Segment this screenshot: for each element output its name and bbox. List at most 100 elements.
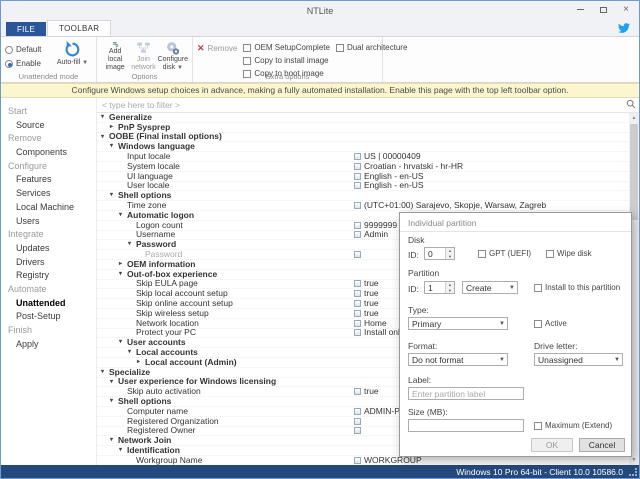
- tree-row-system-locale[interactable]: System localeCroatian - hrvatski - hr-HR: [97, 162, 629, 172]
- expanded-arrow-icon[interactable]: ▾: [101, 133, 109, 142]
- setting-value[interactable]: 9999999: [354, 221, 397, 230]
- spin-down-icon[interactable]: ▼: [446, 288, 454, 294]
- sidebar-item-local-machine[interactable]: Local Machine: [1, 201, 96, 215]
- expanded-arrow-icon[interactable]: ▾: [119, 446, 127, 455]
- sidebar-item-post-setup[interactable]: Post-Setup: [1, 310, 96, 324]
- maximize-button[interactable]: [592, 2, 614, 17]
- setting-value[interactable]: [354, 417, 361, 426]
- filter-box[interactable]: < type here to filter >: [97, 98, 639, 113]
- checkbox-icon: [534, 320, 542, 328]
- configure-disk-button[interactable]: Configure disk ▼: [158, 39, 188, 72]
- setting-value[interactable]: (UTC+01:00) Sarajevo, Skopje, Warsaw, Za…: [354, 201, 546, 210]
- sidebar-item-drivers[interactable]: Drivers: [1, 256, 96, 270]
- setting-value[interactable]: [354, 250, 361, 259]
- edit-field-icon: [354, 251, 361, 258]
- setting-label: Logon count: [97, 221, 183, 230]
- setting-value[interactable]: true: [354, 289, 379, 298]
- auto-fill-button[interactable]: Auto-fill ▼: [53, 39, 92, 72]
- tree-row-ui-language[interactable]: UI languageEnglish - en-US: [97, 172, 629, 182]
- dual-architecture-checkbox[interactable]: Dual architecture: [336, 43, 407, 52]
- sidebar-item-features[interactable]: Features: [1, 173, 96, 187]
- minimize-button[interactable]: [569, 2, 591, 17]
- close-button[interactable]: ×: [615, 2, 637, 17]
- expanded-arrow-icon[interactable]: ▾: [101, 368, 109, 377]
- enable-mode-radio[interactable]: Enable: [5, 59, 50, 68]
- edit-field-icon: [354, 290, 361, 297]
- format-dropdown[interactable]: Do not format▼: [408, 353, 508, 366]
- setting-value[interactable]: [354, 427, 361, 436]
- setting-value[interactable]: Admin: [354, 231, 388, 240]
- maximum-extend-checkbox[interactable]: Maximum (Extend): [534, 421, 612, 430]
- setting-value[interactable]: English - en-US: [354, 182, 424, 191]
- expanded-arrow-icon[interactable]: ▾: [110, 397, 118, 406]
- tree-row-user-locale[interactable]: User localeEnglish - en-US: [97, 182, 629, 192]
- gpt-uefi-checkbox[interactable]: GPT (UEFI): [478, 249, 531, 258]
- sidebar-item-updates[interactable]: Updates: [1, 242, 96, 256]
- tab-file[interactable]: FILE: [6, 22, 46, 36]
- edit-field-icon: [354, 427, 361, 434]
- twitter-icon[interactable]: [618, 22, 630, 34]
- setting-value[interactable]: Home: [354, 319, 387, 328]
- collapsed-arrow-icon[interactable]: ▸: [137, 358, 145, 367]
- sidebar-item-apply[interactable]: Apply: [1, 338, 96, 352]
- drive-letter-dropdown[interactable]: Unassigned▼: [534, 353, 623, 366]
- ntlite-window: NTLite × FILE TOOLBAR Default Enable: [0, 0, 640, 479]
- remove-button[interactable]: ✕ Remove: [197, 44, 237, 56]
- expanded-arrow-icon[interactable]: ▾: [128, 240, 136, 249]
- create-dropdown[interactable]: Create▼: [462, 281, 518, 294]
- expanded-arrow-icon[interactable]: ▾: [110, 142, 118, 151]
- active-checkbox[interactable]: Active: [534, 319, 567, 328]
- scroll-up-icon[interactable]: ▲: [629, 113, 639, 123]
- setting-value[interactable]: WORKGROUP: [354, 456, 422, 465]
- expanded-arrow-icon[interactable]: ▾: [119, 338, 127, 347]
- expanded-arrow-icon[interactable]: ▾: [110, 191, 118, 200]
- tree-row-shell-options[interactable]: ▾Shell options: [97, 191, 629, 201]
- tree-row-generalize[interactable]: ▾Generalize: [97, 113, 629, 123]
- expanded-arrow-icon[interactable]: ▾: [128, 348, 136, 357]
- setting-value[interactable]: true: [354, 387, 379, 396]
- setting-label: Input locale: [97, 152, 170, 161]
- setting-value[interactable]: English - en-US: [354, 172, 424, 181]
- setting-value[interactable]: true: [354, 309, 379, 318]
- join-network-button[interactable]: Join network: [129, 39, 157, 72]
- scrollbar-thumb[interactable]: [630, 124, 638, 220]
- expanded-arrow-icon[interactable]: ▾: [110, 436, 118, 445]
- size-input[interactable]: [408, 419, 524, 432]
- sidebar-item-registry[interactable]: Registry: [1, 269, 96, 283]
- sidebar-item-services[interactable]: Services: [1, 187, 96, 201]
- sidebar-item-users[interactable]: Users: [1, 215, 96, 229]
- sidebar-item-unattended[interactable]: Unattended: [1, 297, 96, 311]
- resize-grip[interactable]: [629, 468, 637, 476]
- tree-row-workgroup-name[interactable]: Workgroup NameWORKGROUP: [97, 456, 629, 465]
- setting-value[interactable]: true: [354, 299, 379, 308]
- setting-value[interactable]: true: [354, 280, 379, 289]
- info-bar: Configure Windows setup choices in advan…: [1, 83, 639, 98]
- disk-id-spinner[interactable]: 0 ▲▼: [424, 247, 455, 260]
- setting-value[interactable]: US | 00000409: [354, 152, 421, 161]
- setting-value[interactable]: Croatian - hrvatski - hr-HR: [354, 162, 463, 171]
- expanded-arrow-icon[interactable]: ▾: [110, 378, 118, 387]
- copy-to-install-image-checkbox[interactable]: Copy to install image: [243, 56, 330, 65]
- partition-id-spinner[interactable]: 1 ▲▼: [424, 281, 455, 294]
- sidebar-item-components[interactable]: Components: [1, 146, 96, 160]
- expanded-arrow-icon[interactable]: ▾: [101, 113, 109, 122]
- collapsed-arrow-icon[interactable]: ▸: [119, 260, 127, 269]
- install-to-partition-checkbox[interactable]: Install to this partition: [534, 283, 620, 292]
- expanded-arrow-icon[interactable]: ▾: [119, 211, 127, 220]
- sidebar-item-source[interactable]: Source: [1, 119, 96, 133]
- edit-field-icon: [354, 231, 361, 238]
- edit-field-icon: [354, 153, 361, 160]
- expanded-arrow-icon[interactable]: ▾: [119, 270, 127, 279]
- type-dropdown[interactable]: Primary▼: [408, 317, 508, 330]
- spin-down-icon[interactable]: ▼: [446, 254, 454, 260]
- tab-toolbar[interactable]: TOOLBAR: [47, 20, 111, 36]
- edit-field-icon: [354, 202, 361, 209]
- ok-button[interactable]: OK: [531, 438, 573, 452]
- tree-row-windows-language[interactable]: ▾Windows language: [97, 142, 629, 152]
- wipe-disk-checkbox[interactable]: Wipe disk: [546, 249, 592, 258]
- add-local-image-button[interactable]: Add local image: [101, 39, 129, 72]
- oem-setupcomplete-checkbox[interactable]: OEM SetupComplete: [243, 43, 330, 52]
- default-mode-radio[interactable]: Default: [5, 45, 50, 54]
- cancel-button[interactable]: Cancel: [579, 438, 625, 452]
- partition-label-input[interactable]: [408, 387, 524, 400]
